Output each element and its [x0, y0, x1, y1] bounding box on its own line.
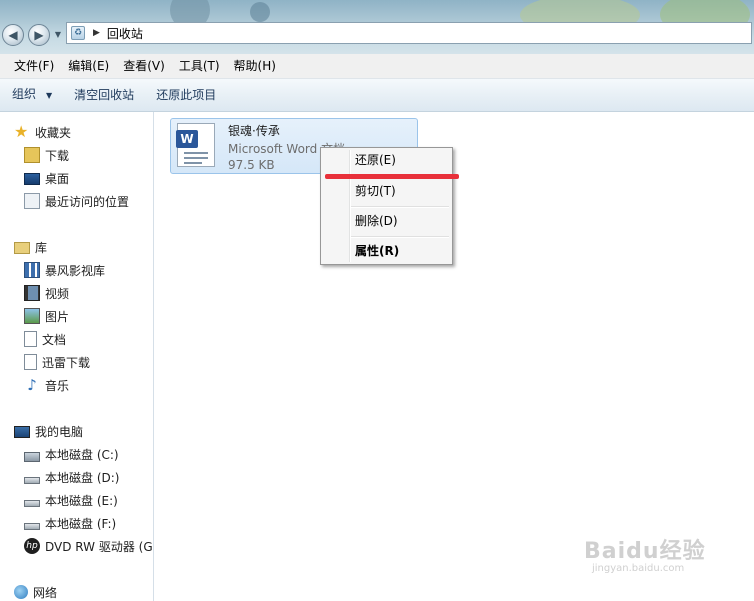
computer-icon: [14, 425, 30, 438]
nav-item-desktop[interactable]: 桌面: [24, 168, 69, 188]
watermark-main-text: Baidu经验: [584, 539, 706, 564]
hard-drive-icon: [24, 477, 40, 484]
nav-item-drive-e[interactable]: 本地磁盘 (E:): [24, 490, 118, 510]
menu-separator: [351, 236, 449, 238]
nav-item-label: 本地磁盘 (C:): [45, 447, 119, 462]
chevron-down-icon: ▼: [46, 91, 53, 100]
nav-item-videos[interactable]: 视频: [24, 283, 69, 303]
music-note-icon: ♪: [27, 376, 37, 394]
hp-logo-icon: hp: [24, 538, 40, 554]
hard-drive-icon: [24, 500, 40, 507]
address-field[interactable]: ♻ ▶ 回收站: [66, 22, 752, 44]
nav-item-label: 音乐: [45, 378, 70, 393]
menu-item-cut[interactable]: 剪切(T): [355, 180, 396, 202]
nav-item-label: 最近访问的位置: [45, 194, 130, 209]
recent-places-icon: [24, 193, 40, 209]
menu-edit[interactable]: 编辑(E): [62, 54, 115, 78]
nav-item-drive-f[interactable]: 本地磁盘 (F:): [24, 513, 116, 533]
nav-favorites-label: 收藏夹: [35, 125, 72, 140]
nav-computer-label: 我的电脑: [35, 424, 84, 439]
recent-pages-dropdown[interactable]: ▼: [53, 30, 63, 40]
command-bar: 组织 ▼ 清空回收站 还原此项目: [0, 79, 754, 112]
menu-view[interactable]: 查看(V): [117, 54, 171, 78]
video-icon: [24, 285, 40, 301]
baidu-watermark: Baidu经验 jingyan.baidu.com: [584, 533, 706, 574]
menu-item-delete[interactable]: 删除(D): [355, 210, 398, 232]
nav-item-label: 暴风影视库: [45, 263, 106, 278]
organize-button[interactable]: 组织 ▼: [4, 78, 60, 112]
nav-item-label: 迅雷下载: [42, 355, 91, 370]
nav-item-label: 图片: [45, 309, 70, 324]
nav-network-label: 网络: [33, 585, 58, 600]
back-button[interactable]: ◀: [2, 24, 24, 46]
nav-computer[interactable]: 我的电脑: [14, 421, 83, 441]
nav-item-drive-d[interactable]: 本地磁盘 (D:): [24, 467, 119, 487]
nav-item-thunder-downloads[interactable]: 迅雷下载: [24, 352, 90, 372]
navigation-pane: ★ 收藏夹 下载 桌面 最近访问的位置 库 暴风影视库 视频 图片 文档 迅雷下…: [0, 112, 154, 601]
background-decoration: [250, 2, 270, 22]
menu-separator: [351, 206, 449, 208]
nav-item-label: 本地磁盘 (E:): [45, 493, 118, 508]
nav-item-recent-places[interactable]: 最近访问的位置: [24, 191, 129, 211]
breadcrumb-recycle-bin[interactable]: 回收站: [107, 25, 143, 42]
nav-item-music[interactable]: ♪ 音乐: [24, 375, 69, 395]
nav-item-pictures[interactable]: 图片: [24, 306, 69, 326]
document-icon: [24, 354, 37, 370]
word-document-icon: W: [176, 123, 215, 167]
hard-drive-icon: [24, 523, 40, 530]
arrow-right-icon: ▶: [34, 28, 44, 42]
address-bar-region: ◀ ▶ ▼ ♻ ▶ 回收站: [0, 0, 754, 54]
nav-item-baofeng-library[interactable]: 暴风影视库: [24, 260, 105, 280]
menu-bar: 文件(F) 编辑(E) 查看(V) 工具(T) 帮助(H): [0, 54, 754, 79]
menu-file[interactable]: 文件(F): [8, 54, 60, 78]
library-icon: [14, 242, 30, 254]
document-icon: [24, 331, 37, 347]
network-globe-icon: [14, 585, 28, 599]
pictures-icon: [24, 308, 40, 324]
nav-library-label: 库: [35, 240, 48, 255]
menu-item-properties[interactable]: 属性(R): [355, 240, 399, 262]
nav-item-label: 本地磁盘 (F:): [45, 516, 117, 531]
film-library-icon: [24, 262, 40, 278]
nav-item-documents[interactable]: 文档: [24, 329, 66, 349]
organize-label: 组织: [12, 87, 37, 101]
context-menu: 还原(E) 剪切(T) 删除(D) 属性(R): [320, 147, 453, 265]
nav-network[interactable]: 网络: [14, 582, 57, 601]
desktop-icon: [24, 173, 40, 185]
word-logo-icon: W: [176, 130, 198, 148]
restore-item-button[interactable]: 还原此项目: [148, 79, 224, 111]
nav-item-label: DVD RW 驱动器 (G: [45, 539, 153, 554]
highlight-underline: [325, 174, 459, 179]
file-list-area[interactable]: W 银魂·传承 Microsoft Word 文档 97.5 KB: [154, 112, 754, 601]
downloads-folder-icon: [24, 147, 40, 163]
recycle-bin-icon: ♻: [71, 26, 85, 40]
nav-item-label: 本地磁盘 (D:): [45, 470, 120, 485]
nav-item-downloads[interactable]: 下载: [24, 145, 69, 165]
nav-item-label: 下载: [45, 148, 70, 163]
nav-item-label: 文档: [42, 332, 67, 347]
nav-library[interactable]: 库: [14, 237, 47, 257]
document-line: [184, 157, 208, 159]
menu-help[interactable]: 帮助(H): [228, 54, 282, 78]
menu-tools[interactable]: 工具(T): [173, 54, 226, 78]
system-drive-icon: [24, 451, 40, 462]
nav-item-label: 桌面: [45, 171, 70, 186]
empty-recycle-bin-button[interactable]: 清空回收站: [66, 79, 142, 111]
nav-item-dvd-drive[interactable]: hp DVD RW 驱动器 (G: [24, 536, 153, 556]
menu-item-restore[interactable]: 还原(E): [355, 149, 396, 171]
star-icon: ★: [14, 122, 29, 141]
forward-button[interactable]: ▶: [28, 24, 50, 46]
file-size: 97.5 KB: [228, 158, 275, 172]
arrow-left-icon: ◀: [8, 28, 18, 42]
nav-item-label: 视频: [45, 286, 70, 301]
document-line: [184, 162, 202, 164]
nav-item-drive-c[interactable]: 本地磁盘 (C:): [24, 444, 119, 464]
nav-favorites[interactable]: ★ 收藏夹: [14, 122, 71, 142]
file-name: 银魂·传承: [228, 124, 280, 138]
breadcrumb-separator-icon[interactable]: ▶: [93, 28, 100, 38]
document-line: [184, 152, 208, 154]
